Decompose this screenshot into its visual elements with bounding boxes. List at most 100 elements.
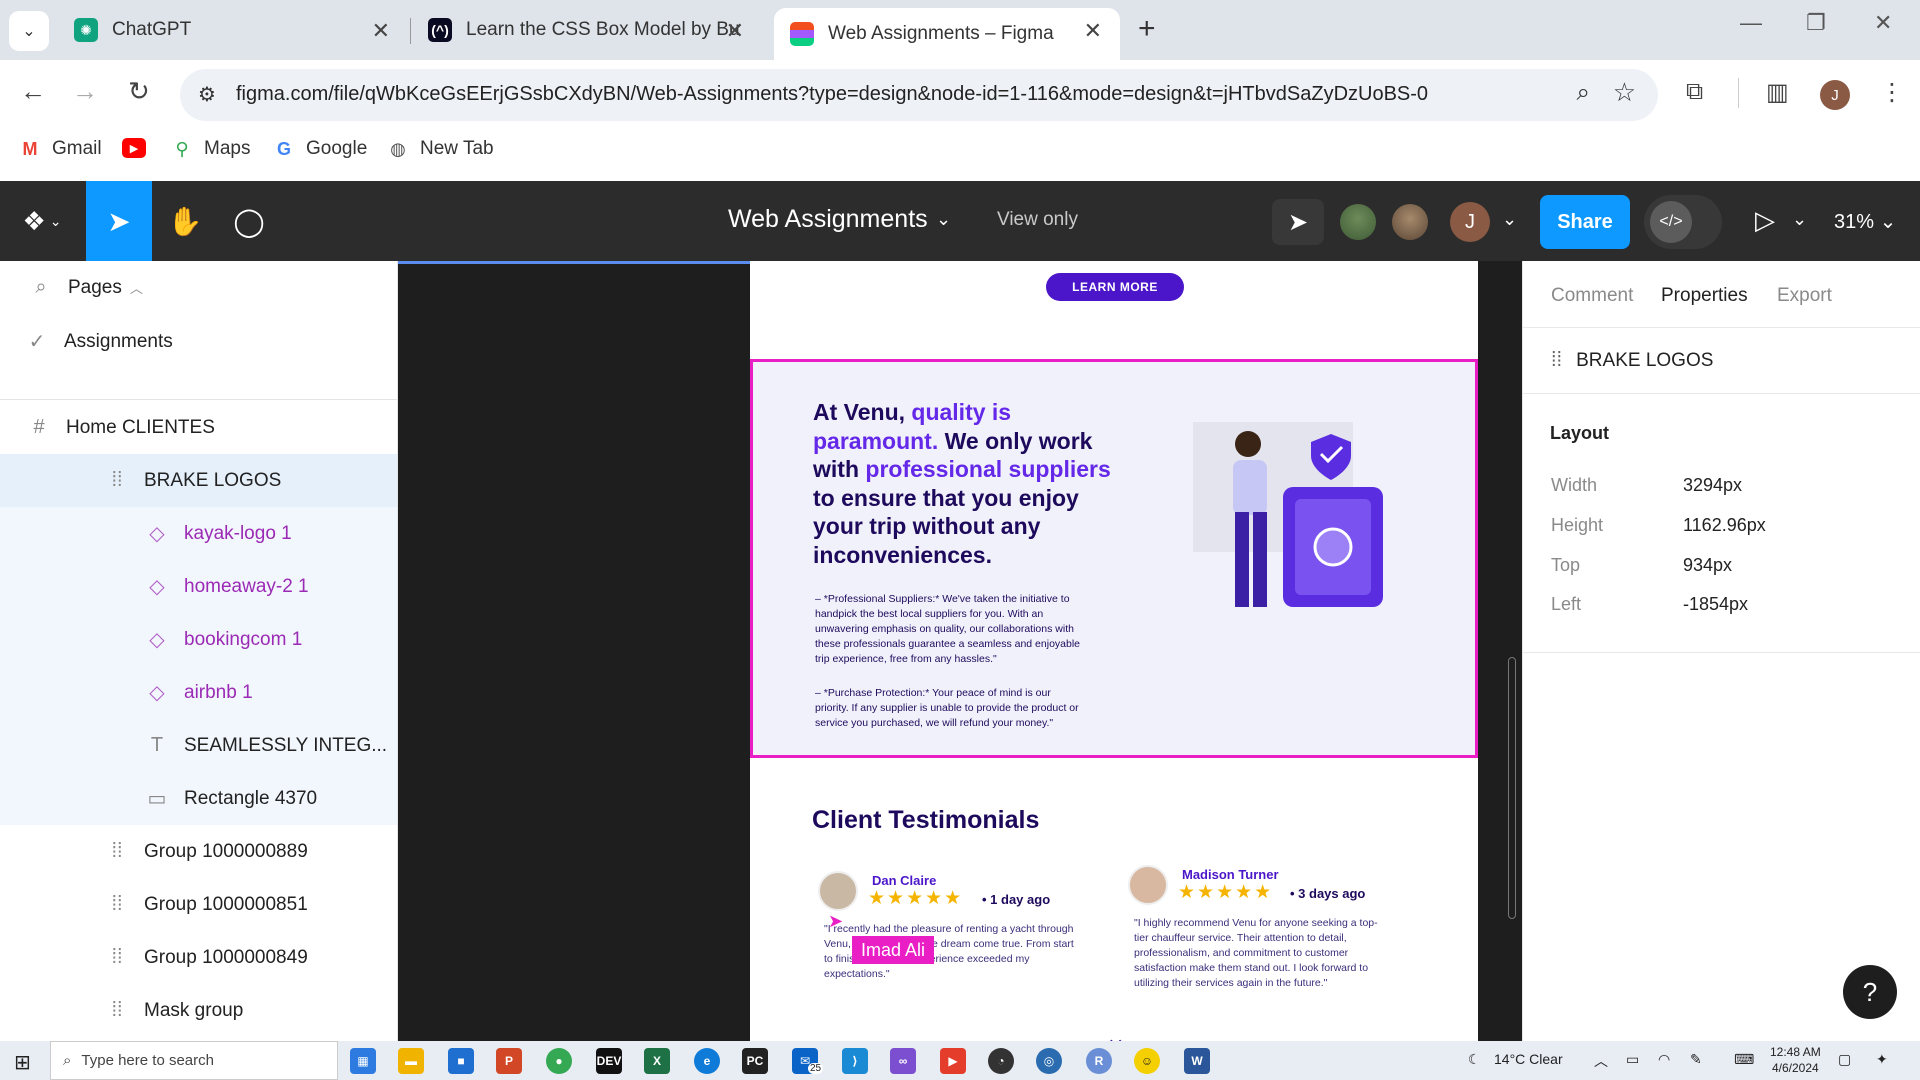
design-canvas[interactable]: LEARN MORE At Venu, quality is paramount… — [398, 261, 1522, 1041]
dev-mode-toggle[interactable]: </> — [1644, 195, 1722, 249]
excel-icon[interactable]: X — [644, 1048, 670, 1074]
bookmark-youtube[interactable]: ▶ — [122, 138, 156, 158]
search-icon[interactable]: ⌕ — [28, 276, 54, 299]
tab-export[interactable]: Export — [1777, 285, 1832, 307]
canvas-scrollbar[interactable] — [1508, 657, 1516, 919]
prop-value[interactable]: 1162.96px — [1683, 515, 1766, 536]
word-icon[interactable]: W — [1184, 1048, 1210, 1074]
visual-studio-icon[interactable]: ∞ — [890, 1048, 916, 1074]
chevron-up-icon[interactable]: ︿ — [1594, 1051, 1608, 1071]
figma-menu-icon[interactable]: ❖ ⌄ — [16, 181, 68, 261]
pycharm-icon[interactable]: PC — [742, 1048, 768, 1074]
tab-chatgpt[interactable]: ✺ ChatGPT ✕ — [58, 8, 408, 52]
tab-figma[interactable]: Web Assignments – Figma ✕ — [774, 8, 1120, 60]
move-tool-icon[interactable]: ➤ — [86, 181, 152, 261]
close-icon[interactable]: ✕ — [372, 18, 390, 44]
layer-item[interactable]: ⁞⁞ Mask group — [0, 984, 397, 1037]
url-text[interactable]: figma.com/file/qWbKceGsEErjGSsbCXdyBN/We… — [236, 83, 1428, 106]
layer-item[interactable]: ◇ bookingcom 1 — [0, 613, 397, 666]
window-close-icon[interactable]: ✕ — [1874, 10, 1892, 36]
prop-value[interactable]: 3294px — [1683, 475, 1742, 496]
file-explorer-icon[interactable]: ▬ — [398, 1048, 424, 1074]
app-icon[interactable]: ◔ — [988, 1048, 1014, 1074]
system-clock[interactable]: 12:48 AM 4/6/2024 — [1770, 1044, 1821, 1076]
chevron-down-icon[interactable]: ⌄ — [936, 209, 951, 230]
new-tab-button[interactable]: + — [1138, 12, 1156, 46]
copilot-icon[interactable]: ✦ — [1876, 1051, 1888, 1068]
comment-tool-icon[interactable]: ◯ — [216, 181, 282, 261]
spotlight-icon[interactable]: ➤ — [1272, 199, 1324, 245]
file-title[interactable]: Web Assignments — [728, 205, 928, 234]
layer-frame[interactable]: # Home CLIENTES — [0, 401, 397, 454]
back-icon[interactable]: ← — [20, 76, 46, 107]
chrome-icon[interactable]: ● — [546, 1048, 572, 1074]
layer-item[interactable]: ◇ airbnb 1 — [0, 666, 397, 719]
layer-item[interactable]: ⁞⁞ Group 1000000889 — [0, 825, 397, 878]
present-play-icon[interactable]: ▷ — [1755, 205, 1775, 236]
address-bar[interactable]: ⚙ figma.com/file/qWbKceGsEErjGSsbCXdyBN/… — [180, 69, 1658, 121]
layer-item[interactable]: ◇ homeaway-2 1 — [0, 560, 397, 613]
prop-value[interactable]: 934px — [1683, 555, 1732, 576]
tab-search-button[interactable]: ⌄ — [9, 11, 49, 51]
forward-icon[interactable]: → — [72, 76, 98, 107]
user-avatar[interactable]: J — [1450, 202, 1490, 242]
restore-icon[interactable]: ❐ — [1806, 10, 1826, 36]
layer-item[interactable]: ⁞⁞ Group 1000000849 — [0, 931, 397, 984]
store-icon[interactable]: ■ — [448, 1048, 474, 1074]
menu-icon[interactable]: ⋮ — [1880, 78, 1904, 107]
profile-avatar[interactable]: J — [1820, 80, 1850, 110]
edge-icon[interactable]: e — [694, 1048, 720, 1074]
app-icon[interactable]: R — [1086, 1048, 1112, 1074]
help-button[interactable]: ? — [1843, 965, 1897, 1019]
task-view-icon[interactable]: ▦ — [350, 1048, 376, 1074]
app-icon[interactable]: ◎ — [1036, 1048, 1062, 1074]
tab-properties[interactable]: Properties — [1661, 285, 1748, 307]
keyboard-icon[interactable]: ⌨ — [1734, 1051, 1754, 1068]
pages-header[interactable]: ⌕ Pages ︿ — [0, 261, 397, 314]
layer-item[interactable]: ◇ kayak-logo 1 — [0, 507, 397, 560]
zoom-icon[interactable]: ⌕ — [1577, 79, 1590, 107]
share-button[interactable]: Share — [1540, 195, 1630, 249]
side-panel-icon[interactable]: ▥ — [1766, 78, 1789, 107]
powerpoint-icon[interactable]: P — [496, 1048, 522, 1074]
pen-icon[interactable]: ✎ — [1690, 1051, 1702, 1068]
youtube-icon: ▶ — [122, 138, 146, 158]
bookmark-star-icon[interactable]: ☆ — [1613, 77, 1636, 108]
tab-comment[interactable]: Comment — [1551, 285, 1633, 307]
weather-text[interactable]: 14°C Clear — [1494, 1051, 1563, 1067]
hand-tool-icon[interactable]: ✋ — [152, 181, 218, 261]
minimize-icon[interactable]: — — [1740, 10, 1762, 36]
layer-item[interactable]: ⁞⁞ BRAKE LOGOS — [0, 454, 397, 507]
chevron-down-icon[interactable]: ⌄ — [1502, 209, 1517, 230]
weather-icon[interactable]: ☾ — [1468, 1051, 1481, 1068]
battery-icon[interactable]: ▭ — [1626, 1051, 1639, 1068]
site-settings-icon[interactable]: ⚙ — [198, 82, 216, 107]
notifications-icon[interactable]: ▢ — [1838, 1051, 1851, 1068]
media-player-icon[interactable]: ▶ — [940, 1048, 966, 1074]
tab-freecodecamp[interactable]: (^) Learn the CSS Box Model by Bu ✕ — [412, 8, 762, 52]
bookmark-new-tab[interactable]: ◍ New Tab — [386, 138, 493, 160]
close-icon[interactable]: ✕ — [726, 18, 744, 44]
prop-value[interactable]: -1854px — [1683, 594, 1748, 615]
page-item-assignments[interactable]: ✓ Assignments — [0, 315, 397, 368]
collaborator-avatar[interactable] — [1338, 202, 1378, 242]
layer-item[interactable]: ▭ Rectangle 4370 — [0, 772, 397, 825]
taskbar-search[interactable]: ⌕ Type here to search — [50, 1041, 338, 1080]
chevron-down-icon[interactable]: ⌄ — [1792, 209, 1807, 230]
close-icon[interactable]: ✕ — [1084, 18, 1102, 44]
layer-item[interactable]: ⁞⁞ Group 1000000851 — [0, 878, 397, 931]
windows-start-icon[interactable]: ⊞ — [14, 1050, 31, 1075]
bookmark-maps[interactable]: ⚲ Maps — [170, 138, 250, 160]
vscode-icon[interactable]: ⟩ — [842, 1048, 868, 1074]
bookmark-gmail[interactable]: M Gmail — [18, 138, 102, 160]
zoom-level[interactable]: 31% ⌄ — [1834, 209, 1896, 234]
snapchat-icon[interactable]: ☺ — [1134, 1048, 1160, 1074]
wifi-icon[interactable]: ◠ — [1658, 1051, 1670, 1068]
selected-brake-logos-group[interactable]: At Venu, quality is paramount. We only w… — [750, 359, 1478, 758]
extensions-icon[interactable]: ⧉ — [1686, 78, 1703, 106]
layer-item[interactable]: T SEAMLESSLY INTEG... — [0, 719, 397, 772]
bookmark-google[interactable]: G Google — [272, 138, 367, 160]
dev-icon[interactable]: DEV — [596, 1048, 622, 1074]
reload-icon[interactable]: ↻ — [128, 76, 150, 107]
collaborator-avatar[interactable] — [1390, 202, 1430, 242]
